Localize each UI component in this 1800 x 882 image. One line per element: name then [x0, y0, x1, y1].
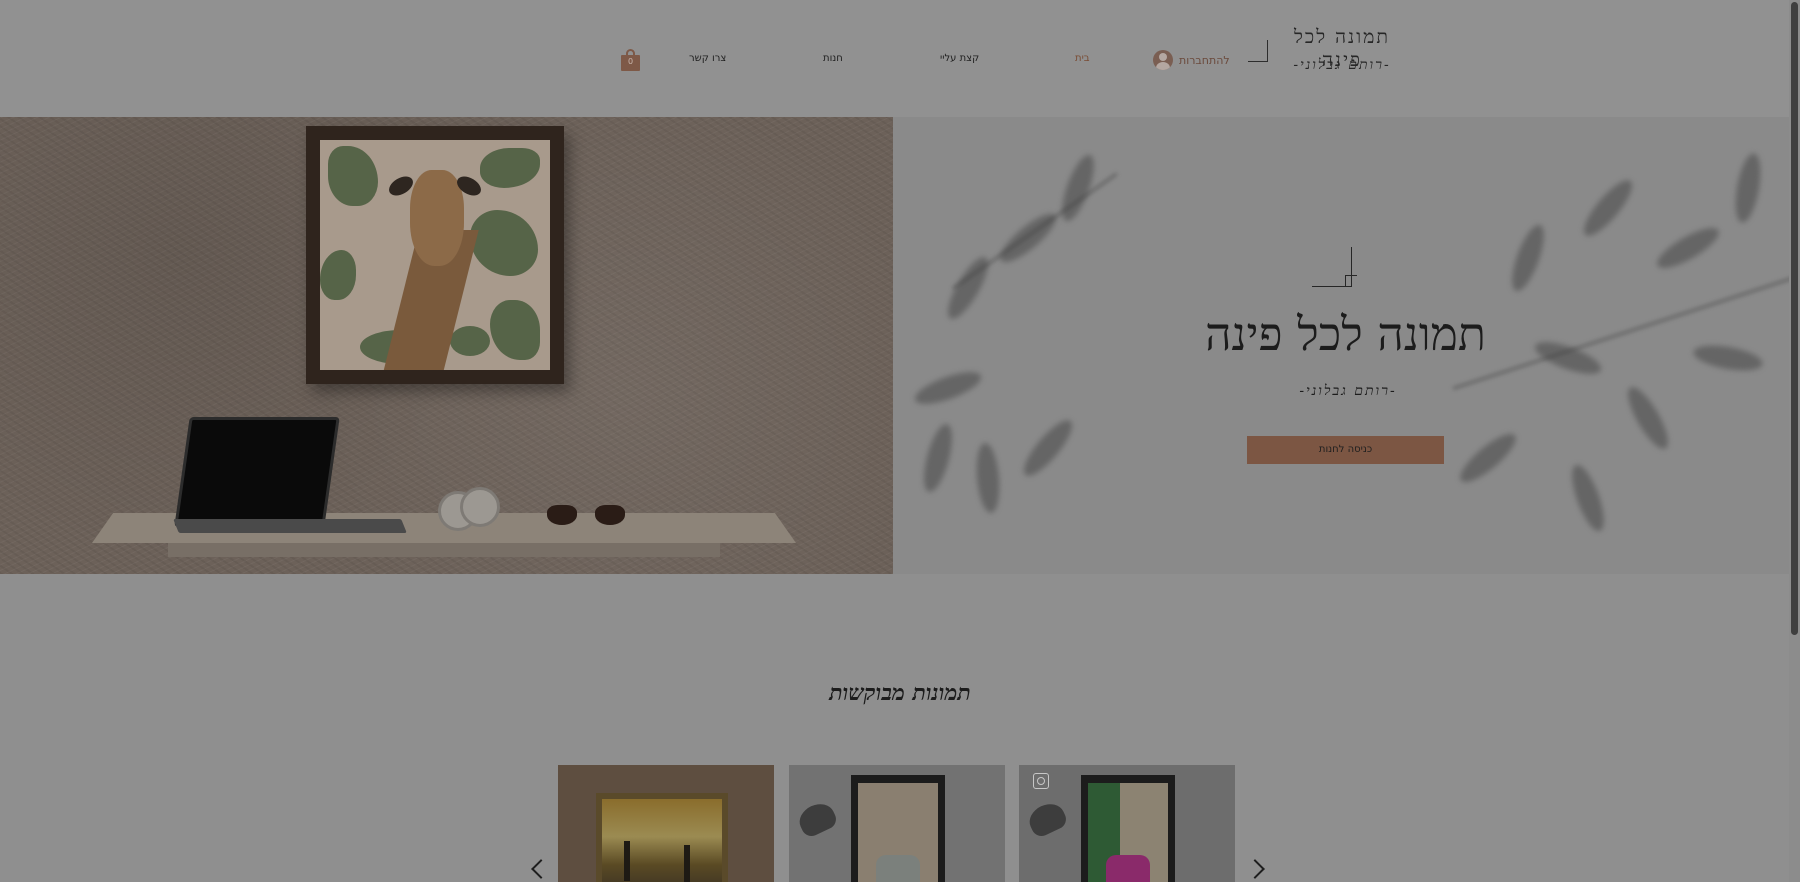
nav-item-about[interactable]: קצת עליי — [940, 53, 979, 64]
hero-title: תמונה לכל פינה — [1205, 307, 1486, 361]
product-image — [596, 793, 728, 882]
page-scrollbar[interactable] — [1789, 0, 1800, 882]
hero-panel: תמונה לכל פינה -רותם גבלוני- כניסה לחנות — [893, 117, 1800, 574]
laptop — [174, 417, 340, 527]
sunglasses — [525, 499, 635, 529]
product-card[interactable] — [558, 765, 774, 882]
product-card[interactable] — [1019, 765, 1235, 882]
user-avatar-icon — [1153, 50, 1173, 70]
nav-item-home[interactable]: בית — [1075, 53, 1090, 64]
nav-item-shop[interactable]: חנות — [823, 53, 843, 64]
headphones — [398, 487, 504, 533]
featured-section-title: תמונות מבוקשות — [829, 680, 971, 706]
desk-front — [168, 543, 720, 557]
hero-subtitle: -רותם גבלוני- — [1299, 383, 1397, 399]
cart-button[interactable]: 0 — [621, 49, 640, 71]
product-image — [851, 775, 945, 882]
giraffe-art — [320, 140, 550, 370]
scrollbar-thumb[interactable] — [1791, 2, 1798, 635]
carousel-next-arrow-icon[interactable] — [1245, 859, 1265, 879]
laptop-base — [173, 519, 407, 533]
login-button[interactable]: להתחברות — [1153, 49, 1230, 71]
hero-image — [0, 117, 893, 574]
product-image — [1081, 775, 1175, 882]
hero-corner-inner-mark — [1345, 275, 1357, 287]
lamp — [1024, 798, 1070, 840]
nav-item-contact[interactable]: צרו קשר — [689, 53, 726, 64]
brand-corner-mark — [1248, 40, 1268, 62]
lamp — [794, 798, 840, 840]
brand-subtitle: -רותם גבלוני- — [1293, 57, 1391, 73]
cart-count: 0 — [627, 57, 634, 66]
framed-giraffe-artwork — [306, 126, 564, 384]
carousel-prev-arrow-icon[interactable] — [531, 859, 551, 879]
quick-view-icon[interactable] — [1033, 773, 1049, 789]
product-card[interactable] — [789, 765, 1005, 882]
enter-shop-button[interactable]: כניסה לחנות — [1247, 436, 1444, 464]
login-label: להתחברות — [1179, 53, 1230, 67]
site-header: תמונה לכל פינה -רותם גבלוני- להתחברות בי… — [0, 0, 1800, 117]
